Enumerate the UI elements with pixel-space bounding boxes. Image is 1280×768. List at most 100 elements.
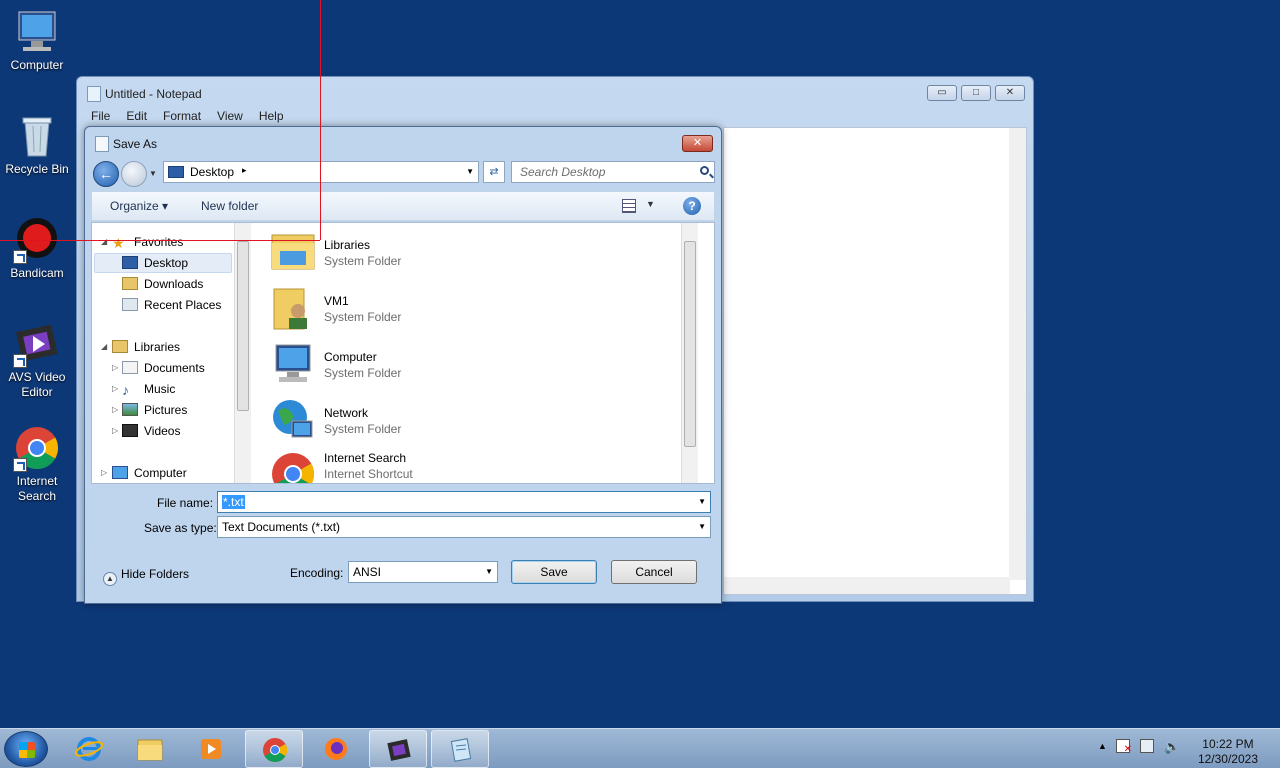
libraries-icon (112, 340, 128, 353)
chrome-icon (263, 738, 288, 763)
video-editor-icon (13, 320, 61, 368)
encoding-select[interactable]: ANSI ▼ (348, 561, 498, 583)
address-bar[interactable]: Desktop ▸ ▼ (163, 161, 479, 183)
recent-places-icon (122, 298, 138, 311)
volume-muted-icon[interactable]: 🔈 (1164, 739, 1180, 755)
menu-help[interactable]: Help (251, 107, 292, 127)
taskbar-media-player[interactable] (182, 730, 240, 768)
tree-item-libraries[interactable]: Libraries (112, 340, 180, 354)
expand-arrow-icon[interactable]: ▷ (112, 426, 118, 435)
user-folder-icon (270, 285, 316, 331)
tree-item-computer[interactable]: Computer (112, 466, 187, 480)
collapse-arrow-icon[interactable]: ◢ (101, 237, 107, 246)
close-button[interactable]: ✕ (995, 85, 1025, 101)
tree-item-music[interactable]: ♪ Music (122, 382, 175, 397)
file-name-input[interactable]: *.txt ▼ (217, 491, 711, 513)
save-button[interactable]: Save (511, 560, 597, 584)
file-name-dropdown[interactable]: ▼ (698, 497, 706, 506)
menu-edit[interactable]: Edit (118, 107, 155, 127)
taskbar-avs-video-editor[interactable] (369, 730, 427, 768)
show-hidden-icons-icon[interactable]: ▲ (1098, 741, 1107, 751)
expand-arrow-icon[interactable]: ▷ (101, 468, 107, 477)
help-button[interactable]: ? (683, 197, 701, 215)
desktop-icon-label: Bandicam (10, 266, 64, 280)
tree-item-downloads[interactable]: Downloads (122, 277, 203, 291)
minimize-button[interactable]: ▭ (927, 85, 957, 101)
encoding-dropdown[interactable]: ▼ (485, 567, 493, 576)
vertical-scrollbar[interactable] (1009, 128, 1026, 580)
search-icon[interactable] (700, 166, 709, 175)
save-as-type-dropdown[interactable]: ▼ (698, 522, 706, 531)
dialog-close-button[interactable]: ✕ (682, 135, 713, 152)
taskbar-chrome[interactable] (245, 730, 303, 768)
organize-button[interactable]: Organize ▾ (110, 199, 168, 213)
menu-format[interactable]: Format (155, 107, 209, 127)
tree-scrollbar[interactable] (234, 223, 251, 483)
taskbar-explorer[interactable] (121, 730, 179, 768)
scrollbar-thumb[interactable] (684, 241, 696, 447)
expand-arrow-icon[interactable]: ▷ (112, 405, 118, 414)
computer-icon (13, 8, 61, 56)
desktop-icon-recycle-bin[interactable]: Recycle Bin (0, 112, 74, 177)
expand-arrow-icon[interactable]: ▷ (112, 363, 118, 372)
cancel-button[interactable]: Cancel (611, 560, 697, 584)
expand-arrow-icon[interactable]: ▷ (112, 384, 118, 393)
start-button[interactable] (4, 731, 48, 767)
desktop-icon-computer[interactable]: Computer (0, 8, 74, 73)
file-item-libraries[interactable]: Libraries System Folder (270, 229, 650, 279)
file-name: Network (324, 406, 369, 420)
desktop-icon-avs-video-editor[interactable]: AVS Video Editor (0, 320, 74, 400)
file-list-scrollbar[interactable] (681, 223, 698, 483)
menu-file[interactable]: File (83, 107, 118, 127)
file-item-vm1[interactable]: VM1 System Folder (270, 285, 650, 335)
network-icon[interactable] (1140, 739, 1154, 753)
desktop-icon-bandicam[interactable]: Bandicam (0, 216, 74, 281)
tree-label: Computer (134, 466, 187, 480)
file-item-internet-search[interactable]: Internet Search Internet Shortcut (270, 449, 650, 483)
back-button[interactable]: ← (93, 161, 119, 187)
address-location[interactable]: Desktop (190, 165, 234, 179)
videos-icon (122, 424, 138, 437)
refresh-button[interactable]: ⇄ (483, 161, 505, 183)
forward-button[interactable] (121, 161, 147, 187)
save-as-type-value: Text Documents (*.txt) (222, 520, 341, 534)
menu-view[interactable]: View (209, 107, 251, 127)
computer-icon (270, 341, 316, 387)
address-dropdown[interactable]: ▼ (466, 167, 474, 176)
file-item-network[interactable]: Network System Folder (270, 397, 650, 447)
crosshair-horizontal-line (0, 240, 320, 241)
navigation-bar: ← ▼ Desktop ▸ ▼ ⇄ Search Desktop (91, 159, 715, 187)
encoding-value: ANSI (353, 565, 382, 579)
maximize-button[interactable]: □ (961, 85, 991, 101)
recent-pages-dropdown[interactable]: ▼ (149, 169, 157, 178)
taskbar-firefox[interactable] (307, 730, 365, 768)
change-view-icon[interactable] (622, 199, 636, 213)
action-center-flag-icon[interactable]: ✕ (1116, 739, 1132, 755)
desktop-icon-internet-search[interactable]: Internet Search (0, 424, 74, 504)
tree-item-recent-places[interactable]: Recent Places (122, 298, 221, 312)
file-name: VM1 (324, 294, 349, 308)
tree-item-favorites[interactable]: ★ Favorites (112, 235, 183, 250)
view-options-dropdown[interactable]: ▼ (646, 199, 655, 209)
tree-item-documents[interactable]: Documents (122, 361, 205, 375)
clock[interactable]: 10:22 PM 12/30/2023 (1198, 737, 1258, 767)
hide-folders-button[interactable]: ▲ Hide Folders (103, 567, 189, 586)
chrome-icon (270, 449, 316, 483)
file-type: System Folder (324, 254, 402, 268)
tree-item-pictures[interactable]: Pictures (122, 403, 187, 417)
search-input[interactable]: Search Desktop (511, 161, 715, 183)
tree-item-desktop[interactable]: Desktop (122, 256, 188, 270)
collapse-arrow-icon[interactable]: ◢ (101, 342, 107, 351)
breadcrumb-arrow-icon[interactable]: ▸ (242, 165, 247, 176)
horizontal-scrollbar[interactable] (724, 577, 1010, 594)
file-item-computer[interactable]: Computer System Folder (270, 341, 650, 391)
clock-date: 12/30/2023 (1197, 752, 1258, 766)
save-as-type-select[interactable]: Text Documents (*.txt) ▼ (217, 516, 711, 538)
save-as-dialog: Save As ✕ ← ▼ Desktop ▸ ▼ ⇄ Search Deskt… (84, 126, 722, 604)
new-folder-button[interactable]: New folder (201, 199, 258, 213)
taskbar-internet-explorer[interactable] (60, 730, 118, 768)
tree-item-videos[interactable]: Videos (122, 424, 180, 438)
taskbar-notepad[interactable] (431, 730, 489, 768)
text-area[interactable] (723, 127, 1027, 595)
scrollbar-thumb[interactable] (237, 241, 249, 411)
